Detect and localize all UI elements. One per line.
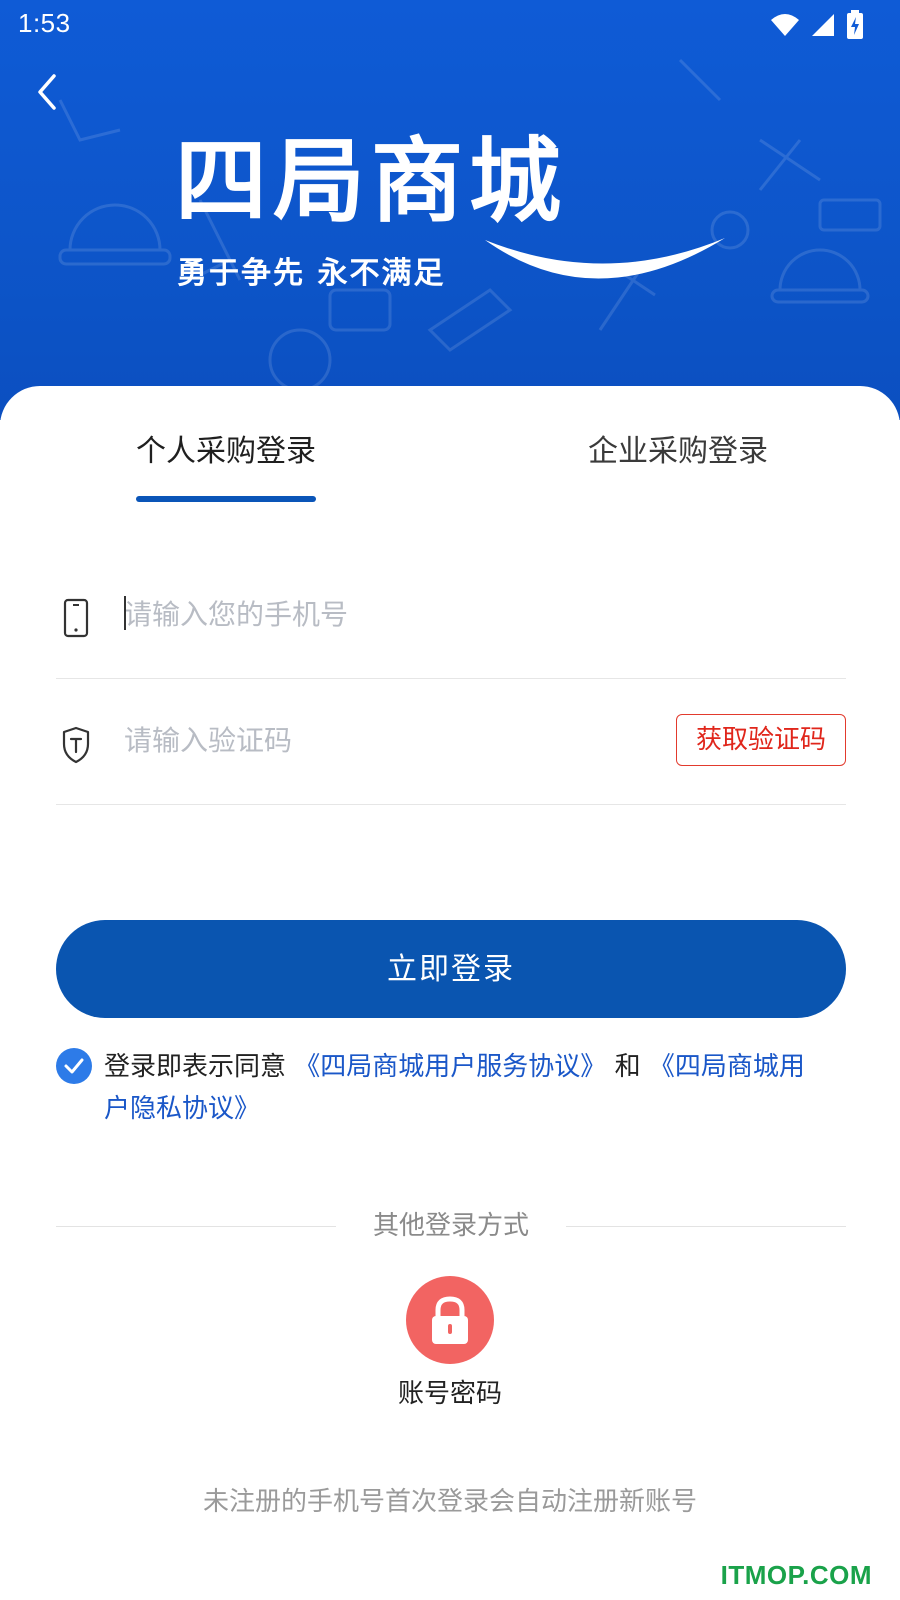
verification-code-input[interactable]: [124, 712, 644, 768]
verification-code-field: 获取验证码: [56, 678, 846, 805]
battery-charging-icon: [847, 10, 863, 39]
watermark: ITMOP.COM: [720, 1560, 872, 1590]
wifi-icon: [771, 14, 799, 36]
login-tabs: 个人采购登录 企业采购登录: [0, 430, 900, 510]
lock-button-circle[interactable]: [406, 1276, 494, 1364]
service-agreement-link[interactable]: 《四局商城用户服务协议》: [294, 1052, 606, 1082]
lock-icon: [432, 1296, 468, 1344]
agreement-conjunction: 和: [614, 1052, 641, 1082]
logo-slogan: 勇于争先 永不满足: [177, 256, 446, 291]
smile-swoosh-icon: [485, 238, 725, 279]
status-icons: [770, 10, 864, 40]
brand-logo: 四局商城 勇于争先 永不满足: [175, 128, 735, 298]
login-button[interactable]: 立即登录: [56, 920, 846, 1018]
agreement-prefix: 登录即表示同意: [104, 1052, 287, 1082]
cellular-signal-icon: [812, 14, 834, 36]
shield-icon: [62, 726, 90, 764]
status-bar: 1:53: [0, 0, 900, 52]
hero-banner: 1:53 四局商城 勇于争先 永不满足: [0, 0, 900, 420]
active-tab-indicator: [136, 496, 316, 502]
phone-input[interactable]: [124, 586, 644, 642]
password-login-label: 账号密码: [397, 1379, 502, 1409]
agreement-checkbox[interactable]: [56, 1048, 92, 1084]
auto-register-note: 未注册的手机号首次登录会自动注册新账号: [202, 1487, 697, 1517]
agreement-text: 登录即表示同意 《四局商城用户服务协议》 和 《四局商城用户隐私协议》: [104, 1046, 824, 1130]
check-icon: [64, 1058, 84, 1074]
status-time: 1:53: [18, 8, 71, 38]
chevron-left-icon[interactable]: [28, 70, 68, 114]
tab-enterprise-login[interactable]: 企业采购登录: [588, 430, 768, 474]
text-caret: [124, 596, 126, 630]
phone-field: [56, 552, 846, 679]
logo-title: 四局商城: [175, 128, 568, 235]
other-login-divider: 其他登录方式: [56, 1206, 846, 1246]
divider-line-right: [566, 1226, 846, 1227]
phone-icon: [63, 598, 89, 638]
get-code-button[interactable]: 获取验证码: [676, 714, 846, 766]
tab-personal-login[interactable]: 个人采购登录: [136, 430, 316, 474]
password-login-option[interactable]: 账号密码: [370, 1276, 530, 1416]
login-card: 个人采购登录 企业采购登录 获取验证码 立即登录 登录即表示同意 《四局商城用户…: [0, 386, 900, 1600]
